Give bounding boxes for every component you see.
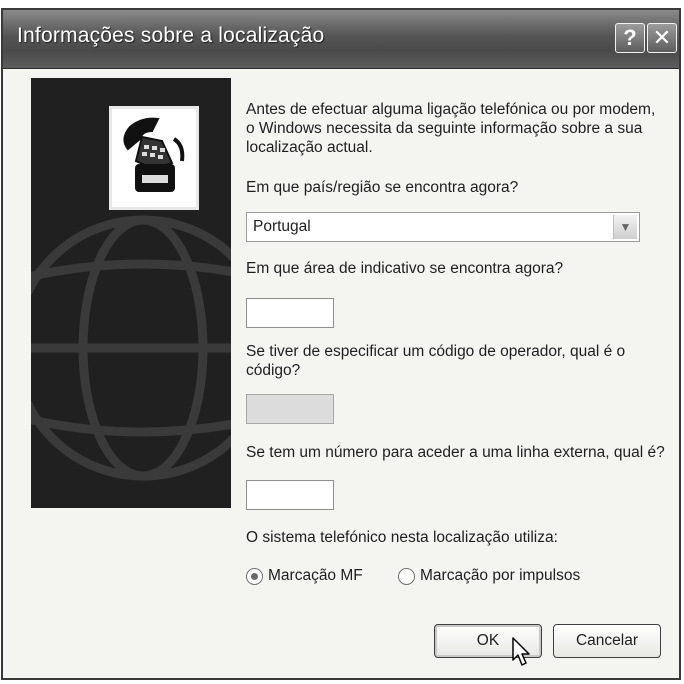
mouse-cursor-icon [512, 637, 530, 666]
intro-text: Antes de efectuar alguma ligação telefón… [246, 101, 656, 156]
close-button[interactable]: ✕ [647, 23, 677, 53]
outside-line-input[interactable] [246, 480, 334, 510]
carrier-code-input [246, 394, 334, 424]
title-bar[interactable]: Informações sobre a localização ? ✕ [3, 10, 679, 69]
help-button[interactable]: ? [615, 23, 645, 53]
area-code-input[interactable] [246, 298, 334, 328]
dialog-title: Informações sobre a localização [17, 24, 325, 47]
country-label: Em que país/região se encontra agora? [246, 179, 519, 196]
dialing-system-label: O sistema telefónico nesta localização u… [246, 529, 558, 546]
chevron-down-icon[interactable]: ▼ [613, 215, 637, 239]
radio-button-checked[interactable] [246, 568, 263, 585]
cancel-button[interactable]: Cancelar [553, 624, 661, 658]
dialog-banner-image [31, 78, 231, 508]
close-icon: ✕ [652, 25, 672, 50]
radio-tone-label: Marcação MF [268, 567, 363, 584]
radio-button-unchecked[interactable] [398, 568, 415, 585]
carrier-code-label: Se tiver de especificar um código de ope… [246, 343, 626, 379]
country-select[interactable]: Portugal ▼ [246, 212, 640, 242]
country-select-value: Portugal [253, 218, 311, 235]
outside-line-label: Se tem um número para aceder a uma linha… [246, 444, 665, 461]
area-code-label: Em que área de indicativo se encontra ag… [246, 260, 564, 277]
radio-pulse-label: Marcação por impulsos [420, 567, 581, 584]
telephone-icon [109, 106, 199, 210]
help-icon: ? [623, 25, 637, 50]
